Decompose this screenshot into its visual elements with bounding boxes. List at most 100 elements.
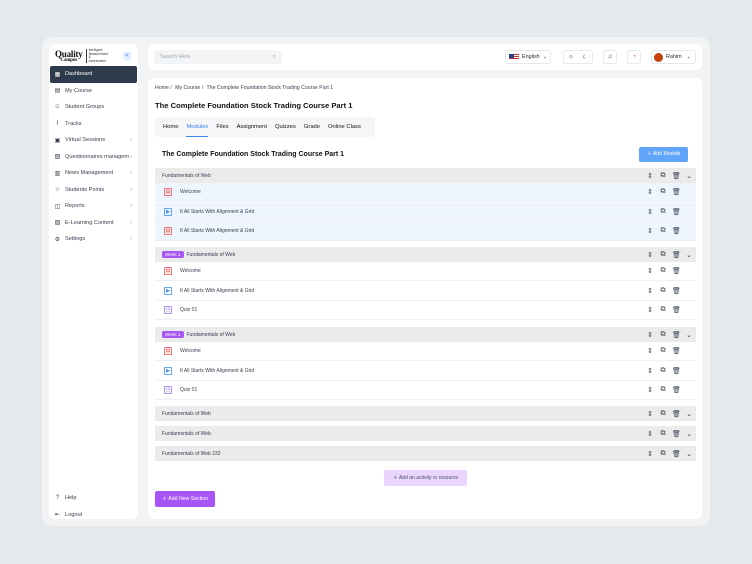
reorder-icon[interactable]: ⇕ [646, 367, 654, 375]
sidebar-item-my-course[interactable]: ▤ My Course [50, 83, 137, 100]
sidebar-item-dashboard[interactable]: ▦ Dashboard [50, 66, 137, 83]
language-select[interactable]: English ⌄ [505, 50, 551, 64]
add-section-button[interactable]: ＋ Add New Section [155, 491, 215, 507]
breadcrumb-home[interactable]: Home / [155, 85, 172, 91]
add-module-button[interactable]: ＋ Add Module [639, 147, 688, 162]
reorder-icon[interactable]: ⇕ [646, 410, 654, 418]
list-item[interactable]: ▶ It All Starts With Alignment & Grid ⇕ ⧉ 🗑 [155, 362, 696, 381]
reorder-icon[interactable]: ⇕ [646, 386, 654, 394]
tab-grade[interactable]: Grade [300, 117, 324, 137]
chevron-down-icon[interactable]: ⌄ [685, 450, 693, 458]
copy-icon[interactable]: ⧉ [659, 331, 667, 339]
sidebar-item-help[interactable]: ? Help [50, 490, 137, 507]
list-item[interactable]: ▶ It All Starts With Alignment & Grid ⇕ ⧉ 🗑 [155, 282, 696, 301]
sidebar-item-settings[interactable]: ⚙ Settings › [50, 231, 137, 248]
sidebar-item-virtual-sessions[interactable]: ▣ Virtual Sessions › [50, 132, 137, 149]
section-header[interactable]: Fundamentals of Web ⇕ ⧉ 🗑 ⌄ [155, 426, 696, 441]
reorder-icon[interactable]: ⇕ [646, 306, 654, 314]
reorder-icon[interactable]: ⇕ [646, 208, 654, 216]
list-item[interactable]: ▤ Welcome ⇕ ⧉ 🗑 [155, 262, 696, 281]
reorder-icon[interactable]: ⇕ [646, 251, 654, 259]
list-item[interactable]: ◷ Quiz 01 ⇕ ⧉ 🗑 [155, 381, 696, 400]
sidebar-item-news-management[interactable]: ▥ News Management › [50, 165, 137, 182]
tab-files[interactable]: Files [212, 117, 232, 137]
trash-icon[interactable]: 🗑 [672, 188, 681, 196]
trash-icon[interactable]: 🗑 [672, 450, 681, 458]
trash-icon[interactable]: 🗑 [672, 347, 681, 355]
sidebar-item-reports[interactable]: ◫ Reports › [50, 198, 137, 215]
list-item[interactable]: ▤ Welcome ⇕ ⧉ 🗑 [155, 183, 696, 202]
user-menu[interactable]: Rahim ⌄ [651, 50, 696, 64]
copy-icon[interactable]: ⧉ [659, 267, 667, 275]
notification-icon[interactable]: ◔ [627, 50, 641, 64]
reorder-icon[interactable]: ⇕ [646, 287, 654, 295]
tab-home[interactable]: Home [159, 117, 182, 137]
collapse-sidebar-icon[interactable]: « [122, 51, 132, 61]
copy-icon[interactable]: ⧉ [659, 306, 667, 314]
list-item[interactable]: ▤ Welcome ⇕ ⧉ 🗑 [155, 342, 696, 361]
trash-icon[interactable]: 🗑 [672, 287, 681, 295]
chevron-down-icon[interactable]: ⌄ [685, 251, 693, 259]
theme-toggle[interactable]: ☼ ☾ [563, 50, 593, 64]
section-header[interactable]: Fundamentals of Web 232 ⇕ ⧉ 🗑 ⌄ [155, 446, 696, 461]
trash-icon[interactable]: 🗑 [672, 251, 681, 259]
trash-icon[interactable]: 🗑 [672, 208, 681, 216]
trash-icon[interactable]: 🗑 [672, 386, 681, 394]
list-item[interactable]: ▶ It All Starts With Alignment & Grid ⇕ ⧉ 🗑 [155, 202, 696, 222]
trash-icon[interactable]: 🗑 [672, 331, 681, 339]
copy-icon[interactable]: ⧉ [659, 251, 667, 259]
reorder-icon[interactable]: ⇕ [646, 227, 654, 235]
tab-modules[interactable]: Modules [182, 117, 212, 137]
list-item[interactable]: ◷ Quiz 01 ⇕ ⧉ 🗑 [155, 301, 696, 320]
tab-quizzes[interactable]: Quizzes [271, 117, 300, 137]
reorder-icon[interactable]: ⇕ [646, 267, 654, 275]
copy-icon[interactable]: ⧉ [659, 188, 667, 196]
sidebar-item-student-groups[interactable]: ☺ Student Groups [50, 99, 137, 116]
trash-icon[interactable]: 🗑 [672, 306, 681, 314]
reorder-icon[interactable]: ⇕ [646, 430, 654, 438]
trash-icon[interactable]: 🗑 [672, 367, 681, 375]
chevron-down-icon[interactable]: ⌄ [685, 331, 693, 339]
chevron-down-icon[interactable]: ⌄ [685, 172, 693, 180]
sidebar-item-e-learning-content[interactable]: ▨ E-Learning Content › [50, 215, 137, 232]
tab-online-class[interactable]: Online Class [324, 117, 365, 137]
copy-icon[interactable]: ⧉ [659, 410, 667, 418]
trash-icon[interactable]: 🗑 [672, 430, 681, 438]
add-activity-button[interactable]: ＋ Add an activity or resource [384, 470, 467, 486]
copy-icon[interactable]: ⧉ [659, 347, 667, 355]
reorder-icon[interactable]: ⇕ [646, 331, 654, 339]
trash-icon[interactable]: 🗑 [672, 410, 681, 418]
copy-icon[interactable]: ⧉ [659, 172, 667, 180]
section-header[interactable]: Week 1 Fundamentals of Web ⇕ ⧉ 🗑 ⌄ [155, 247, 696, 262]
trash-icon[interactable]: 🗑 [672, 267, 681, 275]
chevron-down-icon[interactable]: ⌄ [685, 410, 693, 418]
tab-assignment[interactable]: Assignment [233, 117, 271, 137]
search-input[interactable]: Search Here ⌕ [154, 50, 282, 64]
reorder-icon[interactable]: ⇕ [646, 450, 654, 458]
list-item[interactable]: ▤ It All Starts With Alignment & Grid ⇕ ⧉ 🗑 [155, 222, 696, 241]
section-header[interactable]: Fundamentals of Web ⇕ ⧉ 🗑 ⌄ [155, 406, 696, 421]
chevron-down-icon[interactable]: ⌄ [685, 430, 693, 438]
bell-icon[interactable]: ♫ [603, 50, 617, 64]
moon-icon[interactable]: ☾ [582, 54, 587, 61]
section-header[interactable]: Fundamentals of Web ⇕ ⧉ 🗑 ⌄ [155, 168, 696, 183]
sidebar-item-students-points[interactable]: ☆ Students Points › [50, 182, 137, 199]
reorder-icon[interactable]: ⇕ [646, 347, 654, 355]
sidebar-item-logout[interactable]: ⇤ Logout [50, 507, 137, 524]
copy-icon[interactable]: ⧉ [659, 430, 667, 438]
breadcrumb-my-course[interactable]: My Course / [175, 85, 203, 91]
reorder-icon[interactable]: ⇕ [646, 188, 654, 196]
section-header[interactable]: Week 1 Fundamentals of Web ⇕ ⧉ 🗑 ⌄ [155, 327, 696, 342]
sidebar-item-tracks[interactable]: ⌇ Tracks [50, 116, 137, 133]
copy-icon[interactable]: ⧉ [659, 287, 667, 295]
copy-icon[interactable]: ⧉ [659, 386, 667, 394]
copy-icon[interactable]: ⧉ [659, 367, 667, 375]
trash-icon[interactable]: 🗑 [672, 227, 681, 235]
copy-icon[interactable]: ⧉ [659, 208, 667, 216]
reorder-icon[interactable]: ⇕ [646, 172, 654, 180]
sidebar-item-questionnaires-managem[interactable]: ▧ Questionnaires managem › [50, 149, 137, 166]
sun-icon[interactable]: ☼ [568, 54, 574, 60]
copy-icon[interactable]: ⧉ [659, 227, 667, 235]
copy-icon[interactable]: ⧉ [659, 450, 667, 458]
trash-icon[interactable]: 🗑 [672, 172, 681, 180]
